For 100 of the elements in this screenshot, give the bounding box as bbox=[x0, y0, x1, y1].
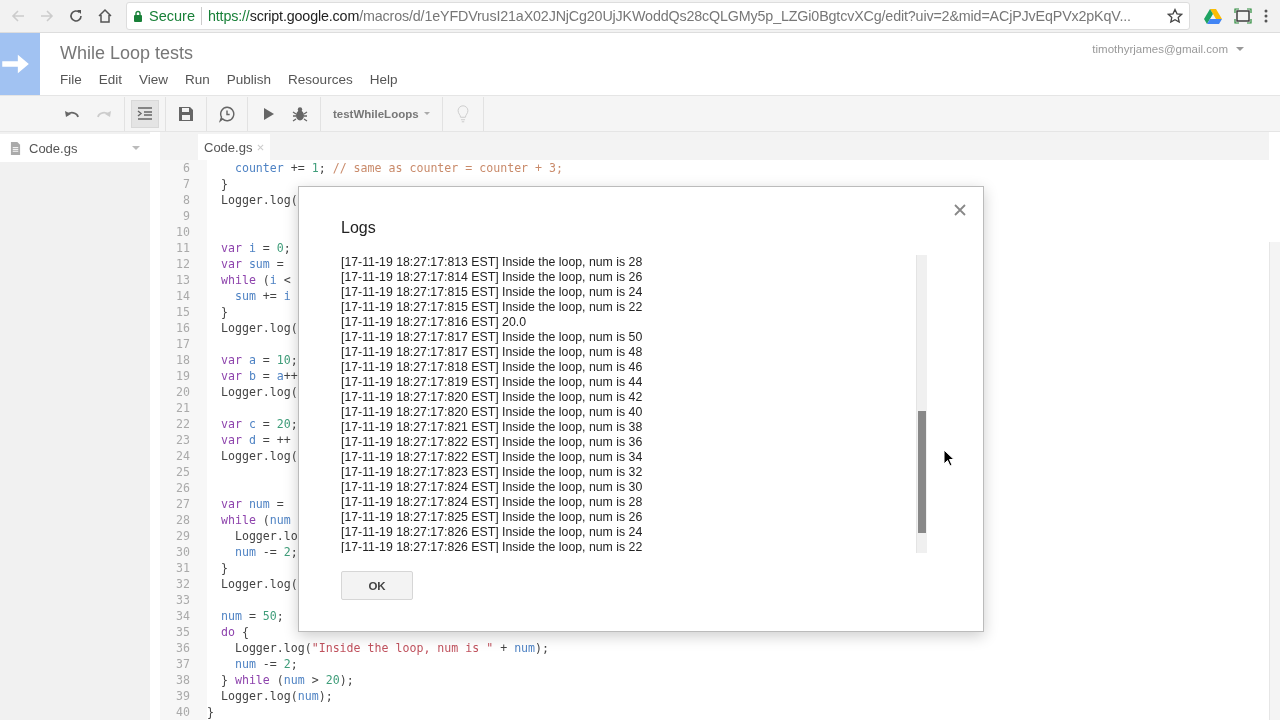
line-number: 38 bbox=[160, 672, 207, 688]
editor-tab[interactable]: Code.gs bbox=[198, 134, 271, 160]
line-number: 10 bbox=[160, 224, 207, 240]
log-entry: [17-11-19 18:27:17:815 EST] Inside the loop, num is 24 bbox=[341, 285, 644, 300]
address-bar[interactable]: Secure https://script.google.com/macros/d/1eYFDVrusI21aX02JNjCg20UjJKWoddQs28cQLGMy5p_LZGi0BgtcvXCg/edit?uiv=2&mid=ACjPJvEqPVx2pKqV... bbox=[126, 2, 1190, 30]
document-icon bbox=[10, 141, 21, 155]
scrollbar[interactable] bbox=[1269, 242, 1280, 720]
line-number: 19 bbox=[160, 368, 207, 384]
bug-icon bbox=[292, 104, 308, 123]
line-number: 23 bbox=[160, 432, 207, 448]
cursor-icon bbox=[943, 449, 955, 467]
line-number: 22 bbox=[160, 416, 207, 432]
log-entry: [17-11-19 18:27:17:820 EST] Inside the loop, num is 40 bbox=[341, 405, 644, 420]
line-number: 16 bbox=[160, 320, 207, 336]
code-line: Logger.log("Inside the loop, num is " + num); bbox=[233, 641, 550, 655]
code-line: do { bbox=[219, 625, 249, 639]
line-number: 39 bbox=[160, 688, 207, 704]
url-text: https://script.google.com/macros/d/1eYFDVrusI21aX02JNjCg20UjJKWoddQs28cQLGMy5p_LZGi0BgtcvXCg/edit?uiv=2&mid=ACjPJvEqPVx2pKqV... bbox=[207, 8, 1132, 24]
ok-button[interactable]: OK bbox=[341, 571, 413, 600]
code-line: } bbox=[219, 177, 228, 191]
menu-item[interactable]: Resources bbox=[288, 72, 353, 87]
reload-icon[interactable] bbox=[68, 8, 84, 24]
line-number: 11 bbox=[160, 240, 207, 256]
save-icon bbox=[178, 104, 194, 123]
line-number: 9 bbox=[160, 208, 207, 224]
lock-icon bbox=[133, 10, 143, 22]
code-line: var c = 20; bbox=[219, 417, 298, 431]
line-number: 12 bbox=[160, 256, 207, 272]
line-number: 30 bbox=[160, 544, 207, 560]
indent-button[interactable] bbox=[131, 99, 159, 128]
line-number: 34 bbox=[160, 608, 207, 624]
code-line: Logger.log( bbox=[219, 577, 298, 591]
caret-icon[interactable] bbox=[132, 146, 140, 150]
log-entry: [17-11-19 18:27:17:814 EST] Inside the loop, num is 26 bbox=[341, 270, 644, 285]
log-entry: [17-11-19 18:27:17:823 EST] Inside the loop, num is 32 bbox=[341, 465, 644, 480]
line-number: 40 bbox=[160, 704, 207, 720]
fullscreen-icon[interactable] bbox=[1234, 8, 1252, 24]
line-number: 13 bbox=[160, 272, 207, 288]
project-title[interactable]: While Loop tests bbox=[60, 43, 194, 64]
line-number: 32 bbox=[160, 576, 207, 592]
indent-icon bbox=[137, 104, 153, 123]
menu-item[interactable]: Help bbox=[369, 72, 398, 87]
star-icon[interactable] bbox=[1167, 8, 1183, 24]
code-line: Logger.log(num); bbox=[219, 689, 333, 703]
close-icon[interactable] bbox=[954, 204, 966, 216]
line-number: 28 bbox=[160, 512, 207, 528]
code-line: num = 50; bbox=[219, 609, 284, 623]
line-number: 33 bbox=[160, 592, 207, 608]
code-line: var i = 0; bbox=[219, 241, 291, 255]
dialog-title: Logs bbox=[341, 219, 377, 237]
clock-icon bbox=[219, 104, 235, 123]
code-line: } bbox=[219, 305, 228, 319]
secure-label: Secure bbox=[149, 8, 195, 24]
log-entry: [17-11-19 18:27:17:819 EST] Inside the loop, num is 44 bbox=[341, 375, 644, 390]
line-number: 25 bbox=[160, 464, 207, 480]
scrollbar[interactable] bbox=[916, 255, 927, 553]
log-entry: [17-11-19 18:27:17:817 EST] Inside the loop, num is 50 bbox=[341, 330, 644, 345]
code-line: var sum = bbox=[219, 257, 284, 271]
code-line: Logger.log( bbox=[219, 385, 298, 399]
code-line: var b = a++ bbox=[219, 369, 298, 383]
line-number: 36 bbox=[160, 640, 207, 656]
line-number: 35 bbox=[160, 624, 207, 640]
log-entry: [17-11-19 18:27:17:826 EST] Inside the loop, num is 22 bbox=[341, 540, 644, 553]
log-entry: [17-11-19 18:27:17:820 EST] Inside the loop, num is 42 bbox=[341, 390, 644, 405]
log-entry: [17-11-19 18:27:17:822 EST] Inside the loop, num is 34 bbox=[341, 450, 644, 465]
code-line: } bbox=[219, 561, 228, 575]
caret-icon bbox=[423, 112, 430, 115]
caret-icon bbox=[1236, 47, 1244, 51]
code-line: Logger.log( bbox=[219, 321, 298, 335]
script-file[interactable]: Code.gs bbox=[0, 134, 150, 162]
line-number: 31 bbox=[160, 560, 207, 576]
code-line: while (i < bbox=[219, 273, 291, 287]
menu-item[interactable]: Publish bbox=[226, 72, 272, 87]
code-line: while (num bbox=[219, 513, 291, 527]
redo-icon bbox=[96, 109, 112, 118]
function-select[interactable]: testWhileLoops bbox=[325, 103, 438, 124]
code-line: var num = bbox=[219, 497, 284, 511]
menu-item[interactable]: File bbox=[60, 72, 82, 87]
menu-item[interactable]: Edit bbox=[98, 72, 123, 87]
code-line: Logger.log( bbox=[219, 193, 298, 207]
log-entry: [17-11-19 18:27:17:822 EST] Inside the loop, num is 36 bbox=[341, 435, 644, 450]
menu-icon[interactable] bbox=[1264, 8, 1268, 24]
log-entry: [17-11-19 18:27:17:813 EST] Inside the loop, num is 28 bbox=[341, 255, 644, 270]
line-number: 18 bbox=[160, 352, 207, 368]
line-number: 24 bbox=[160, 448, 207, 464]
line-number: 29 bbox=[160, 528, 207, 544]
drive-icon[interactable] bbox=[1204, 8, 1222, 24]
undo-icon bbox=[64, 109, 80, 118]
log-entry: [17-11-19 18:27:17:815 EST] Inside the loop, num is 22 bbox=[341, 300, 644, 315]
code-line: counter += 1; // same as counter = counter + 3; bbox=[233, 161, 563, 175]
menu-item[interactable]: Run bbox=[185, 72, 210, 87]
app-logo[interactable] bbox=[0, 33, 40, 95]
line-number: 6 bbox=[160, 160, 207, 176]
line-number: 14 bbox=[160, 288, 207, 304]
menu-item[interactable]: View bbox=[139, 72, 169, 87]
code-line: Logger.lo bbox=[233, 529, 298, 543]
home-icon[interactable] bbox=[97, 8, 113, 24]
code-line: num -= 2; bbox=[233, 657, 298, 671]
line-number: 8 bbox=[160, 192, 207, 208]
line-number: 20 bbox=[160, 384, 207, 400]
